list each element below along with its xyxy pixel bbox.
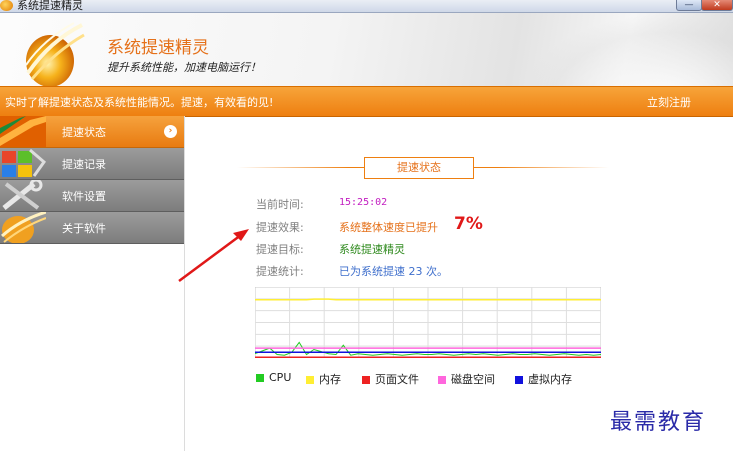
speed-status-icon <box>0 116 46 147</box>
window-title-bar: 系统提速精灵 — ✕ <box>0 0 733 13</box>
chevron-right-icon: › <box>164 125 177 138</box>
banner-swirl-decoration <box>520 13 733 86</box>
status-message: 实时了解提速状态及系统性能情况。提速，有效看的见! <box>5 96 274 109</box>
section-title: 提速状态 <box>364 157 474 179</box>
legend-memory: 内存 <box>306 371 341 387</box>
speed-stats-value: 已为系统提速 23 次。 <box>339 265 448 278</box>
speed-logo-icon <box>25 22 85 87</box>
speed-target-value: 系统提速精灵 <box>339 243 405 256</box>
current-time-label: 当前时间: <box>256 198 304 211</box>
legend-label-cpu: CPU <box>269 371 292 384</box>
legend-page-file: 页面文件 <box>362 371 419 387</box>
brand-title: 系统提速精灵 <box>107 38 209 58</box>
legend-label-memory: 内存 <box>319 373 341 386</box>
performance-chart <box>255 287 601 358</box>
close-button[interactable]: ✕ <box>701 0 733 11</box>
sidebar: 提速状态 › 提速记录 软件设置 关于软件 <box>0 116 185 451</box>
speed-stats-label: 提速统计: <box>256 265 304 278</box>
register-link[interactable]: 立刻注册 <box>647 94 691 110</box>
speed-target-label: 提速目标: <box>256 243 304 256</box>
legend-swatch-page-file <box>362 376 370 384</box>
speed-records-icon <box>0 148 46 179</box>
sidebar-item-label: 提速记录 <box>62 158 106 171</box>
sidebar-item-label: 关于软件 <box>62 222 106 235</box>
chart-series-line-1 <box>255 298 601 301</box>
sidebar-item-software-settings[interactable]: 软件设置 <box>0 180 184 212</box>
speed-effect-percent: 7% <box>454 214 483 234</box>
legend-swatch-cpu <box>256 374 264 382</box>
minimize-button[interactable]: — <box>676 0 702 11</box>
wrench-icon <box>0 180 46 211</box>
legend-label-page-file: 页面文件 <box>375 373 419 386</box>
about-logo-icon <box>0 212 46 243</box>
sidebar-item-speed-status[interactable]: 提速状态 › <box>0 116 184 148</box>
speed-effect-value: 系统整体速度已提升 <box>339 221 438 234</box>
legend-cpu: CPU <box>256 371 291 384</box>
current-time-value: 15:25:02 <box>339 197 388 208</box>
annotation-arrow-icon <box>178 229 249 283</box>
legend-swatch-memory <box>306 376 314 384</box>
legend-disk-space: 磁盘空间 <box>438 371 495 387</box>
legend-swatch-disk-space <box>438 376 446 384</box>
legend-label-disk-space: 磁盘空间 <box>451 373 495 386</box>
legend-swatch-virtual-memory <box>515 376 523 384</box>
speed-effect-label: 提速效果: <box>256 221 304 234</box>
sidebar-item-about-software[interactable]: 关于软件 <box>0 212 184 244</box>
sidebar-item-speed-records[interactable]: 提速记录 <box>0 148 184 180</box>
window-title: 系统提速精灵 <box>17 0 83 12</box>
sidebar-item-label: 软件设置 <box>62 190 106 203</box>
status-strip: 实时了解提速状态及系统性能情况。提速，有效看的见! 立刻注册 <box>0 86 733 117</box>
app-icon <box>0 0 13 11</box>
watermark-text: 最需教育 <box>610 410 707 435</box>
header-banner: 系统提速精灵 提升系统性能，加速电脑运行！ <box>0 13 733 87</box>
legend-label-virtual-memory: 虚拟内存 <box>528 373 572 386</box>
sidebar-item-label: 提速状态 <box>62 126 106 139</box>
brand-subtitle: 提升系统性能，加速电脑运行！ <box>107 61 261 74</box>
legend-virtual-memory: 虚拟内存 <box>515 371 572 387</box>
